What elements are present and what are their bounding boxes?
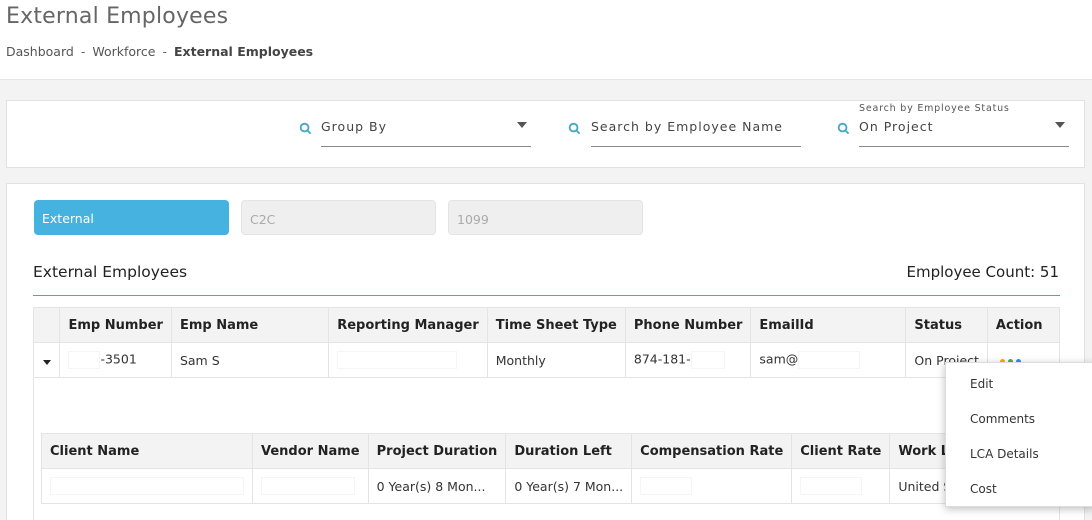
column-header[interactable]: Reporting Manager xyxy=(328,307,488,343)
phone-number-cell: 874-181- xyxy=(624,342,752,378)
expand-toggle[interactable] xyxy=(32,342,61,378)
redacted-block xyxy=(800,477,863,495)
group-by-filter: Group By xyxy=(299,101,539,169)
redacted-block xyxy=(798,351,861,369)
breadcrumb-dashboard[interactable]: Dashboard xyxy=(6,44,74,59)
column-header[interactable]: Client Rate xyxy=(791,433,891,469)
column-header[interactable]: Status xyxy=(905,307,988,343)
breadcrumb: Dashboard - Workforce - External Employees xyxy=(6,44,313,59)
employee-name-placeholder: Search by Employee Name xyxy=(591,119,783,134)
search-icon xyxy=(568,122,581,135)
breadcrumb-separator: - xyxy=(80,44,86,59)
reporting-manager-cell xyxy=(328,342,488,378)
emp-number-cell: -3501 xyxy=(59,342,172,378)
duration-left-cell: 0 Year(s) 7 Mon... xyxy=(505,468,633,504)
emp-number: -3501 xyxy=(100,351,137,367)
redacted-block xyxy=(337,351,458,369)
column-header[interactable]: Emp Name xyxy=(170,307,330,343)
employees-table: Emp Number Emp Name Reporting Manager Ti… xyxy=(32,307,1061,378)
column-header[interactable]: Time Sheet Type xyxy=(486,307,626,343)
column-header[interactable]: Client Name xyxy=(41,433,253,469)
redacted-block xyxy=(68,351,101,369)
caret-down-icon xyxy=(42,359,51,365)
page-header: External Employees Dashboard - Workforce - E… xyxy=(0,0,1092,80)
menu-item-comments[interactable]: Comments xyxy=(970,412,1035,426)
menu-item-lca-details[interactable]: LCA Details xyxy=(970,447,1039,461)
project-duration-cell: 0 Year(s) 8 Mon... xyxy=(367,468,507,504)
employee-status-select[interactable]: Search by Employee Status On Project xyxy=(859,101,1069,147)
table-header-row: Emp Number Emp Name Reporting Manager Ti… xyxy=(32,307,1061,343)
group-by-select[interactable]: Group By xyxy=(321,101,531,147)
column-header[interactable]: EmailId xyxy=(750,307,907,343)
employees-card: External C2C 1099 External Employees Emp… xyxy=(6,183,1085,520)
table-row[interactable]: -3501 Sam S Monthly 874-181- sam@ On Pro… xyxy=(32,342,1061,378)
column-header[interactable]: Duration Left xyxy=(505,433,633,469)
group-by-value: Group By xyxy=(321,119,388,134)
email-cell: sam@ xyxy=(750,342,907,378)
menu-item-cost[interactable]: Cost xyxy=(970,482,997,496)
divider xyxy=(33,295,1060,296)
project-details-table: Client Name Vendor Name Project Duration… xyxy=(41,433,1033,504)
vendor-name-cell xyxy=(252,468,369,504)
action-menu: Edit Comments LCA Details Cost xyxy=(945,362,1092,507)
table-row[interactable]: 0 Year(s) 8 Mon... 0 Year(s) 7 Mon... Un… xyxy=(41,468,1033,504)
column-header[interactable]: Phone Number xyxy=(624,307,752,343)
employee-name-filter: Search by Employee Name xyxy=(568,101,808,169)
column-header: Action xyxy=(986,307,1061,343)
employee-count: Employee Count: 51 xyxy=(906,263,1059,281)
tab-c2c[interactable]: C2C xyxy=(241,200,436,235)
filter-panel: Group By Search by Employee Name Search … xyxy=(6,100,1085,168)
column-header[interactable]: Compensation Rate xyxy=(631,433,793,469)
emp-name-cell: Sam S xyxy=(170,342,330,378)
chevron-down-icon xyxy=(517,122,527,128)
breadcrumb-workforce[interactable]: Workforce xyxy=(92,44,155,59)
client-rate-cell xyxy=(791,468,891,504)
column-header[interactable]: Vendor Name xyxy=(252,433,369,469)
email: sam@ xyxy=(759,351,799,367)
compensation-rate-cell xyxy=(631,468,793,504)
search-icon xyxy=(299,122,312,135)
breadcrumb-current: External Employees xyxy=(174,44,314,59)
menu-item-edit[interactable]: Edit xyxy=(970,377,993,391)
column-header[interactable]: Emp Number xyxy=(59,307,172,343)
redacted-block xyxy=(690,351,725,369)
time-sheet-type-cell: Monthly xyxy=(486,342,626,378)
chevron-down-icon xyxy=(1055,122,1065,128)
employee-status-label: Search by Employee Status xyxy=(859,103,1010,114)
section-title: External Employees xyxy=(33,263,188,281)
page-title: External Employees xyxy=(6,4,229,29)
employee-status-value: On Project xyxy=(859,119,934,134)
search-icon xyxy=(837,122,850,135)
phone-number: 874-181- xyxy=(633,351,691,367)
redacted-block xyxy=(261,477,355,495)
tab-1099[interactable]: 1099 xyxy=(448,200,643,235)
column-header[interactable]: Project Duration xyxy=(367,433,507,469)
employee-status-filter: Search by Employee Status On Project xyxy=(837,101,1082,169)
table-header-row: Client Name Vendor Name Project Duration… xyxy=(41,433,1033,469)
client-name-cell xyxy=(41,468,253,504)
breadcrumb-separator: - xyxy=(162,44,167,59)
redacted-block xyxy=(50,477,244,495)
tab-external[interactable]: External xyxy=(34,200,229,235)
expand-column-header xyxy=(32,307,61,343)
redacted-block xyxy=(640,477,693,495)
employee-name-input[interactable]: Search by Employee Name xyxy=(591,101,801,147)
